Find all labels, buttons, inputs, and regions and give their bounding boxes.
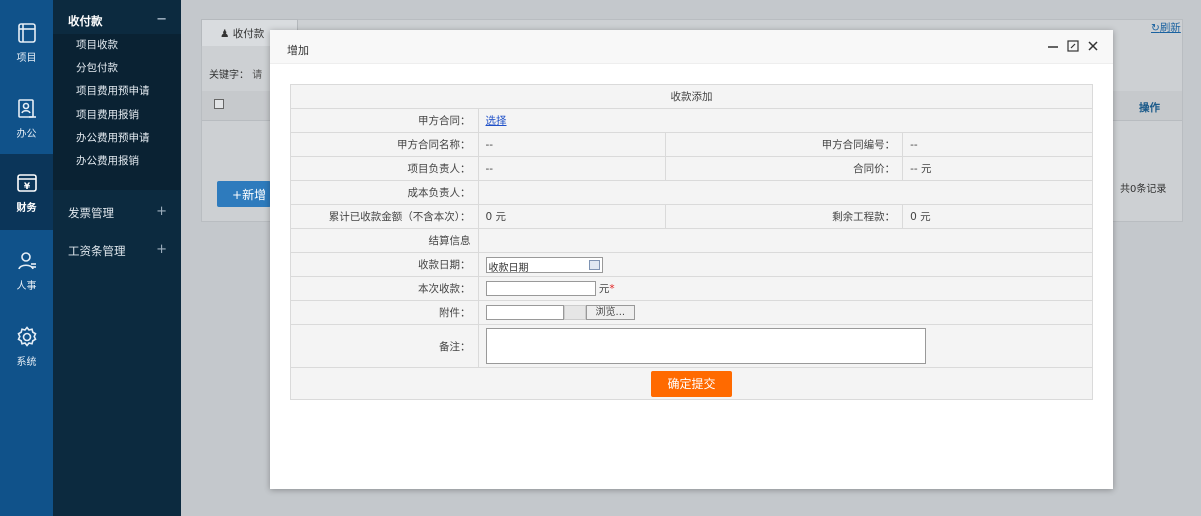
settlement-value <box>477 228 1094 253</box>
manager-value: -- <box>477 156 667 181</box>
add-button-label: 新增 <box>242 188 267 202</box>
settlement-label: 结算信息 <box>290 228 479 253</box>
contract-name-value: -- <box>477 132 667 157</box>
browse-button[interactable]: 浏览... <box>585 305 636 320</box>
user-icon <box>17 251 36 269</box>
submenu-payments: 项目收款 分包付款 项目费用预申请 项目费用报销 办公费用预申请 办公费用报销 <box>53 34 181 190</box>
rail-label-system: 系统 <box>16 356 37 368</box>
svg-text:¥: ¥ <box>23 182 30 192</box>
cost-manager-value <box>477 180 1094 205</box>
dialog-title: 增加 <box>287 44 309 57</box>
rail-item-hr[interactable]: 人事 <box>0 232 53 308</box>
menu-group-label: 工资条管理 <box>68 244 126 258</box>
menu-item-office-preapply[interactable]: 办公费用预申请 <box>53 127 181 150</box>
refresh-label: 刷新 <box>1159 22 1181 34</box>
contract-no-label: 甲方合同编号： <box>665 132 904 157</box>
keyword-hint: 请 <box>252 70 263 81</box>
contract-no-value: -- <box>902 132 1093 157</box>
price-value: -- 元 <box>902 156 1093 181</box>
add-button[interactable]: +新增 <box>217 181 271 207</box>
price-label: 合同价： <box>665 156 904 181</box>
rail-label-hr: 人事 <box>16 280 37 292</box>
menu-group-payments[interactable]: 收付款 − <box>53 9 181 33</box>
cost-manager-label: 成本负责人： <box>290 180 479 205</box>
expand-icon[interactable]: + <box>156 204 167 219</box>
gear-icon <box>16 325 37 347</box>
menu-group-salary[interactable]: 工资条管理 + <box>53 239 181 263</box>
menu-item-office-reimburse[interactable]: 办公费用报销 <box>53 150 181 173</box>
rail-label-finance: 财务 <box>16 202 37 214</box>
rail-item-finance[interactable]: ¥ 财务 <box>0 154 53 230</box>
rail-item-office[interactable]: 办公 <box>0 80 53 156</box>
side-menu: 收付款 − 项目收款 分包付款 项目费用预申请 项目费用报销 办公费用预申请 办… <box>53 0 181 516</box>
amount-field[interactable] <box>485 281 596 297</box>
contract-label: 甲方合同： <box>290 108 479 133</box>
rail-label-project: 项目 <box>16 52 37 64</box>
user-icon: ♟ <box>220 28 230 40</box>
date-placeholder: 收款日期 <box>488 262 529 274</box>
expand-icon[interactable]: + <box>156 242 167 257</box>
record-count: 共0条记录 <box>1120 184 1167 195</box>
finance-icon: ¥ <box>16 173 37 192</box>
rail-item-system[interactable]: 系统 <box>0 308 53 384</box>
required-mark: * <box>609 282 615 295</box>
keyword-label-text: 关键字： <box>209 70 249 81</box>
select-all-checkbox[interactable] <box>214 99 224 109</box>
menu-item-project-preapply[interactable]: 项目费用预申请 <box>53 80 181 103</box>
collapse-icon[interactable]: − <box>156 12 167 27</box>
office-icon <box>17 98 36 118</box>
dialog-header: 增加 <box>270 30 1113 64</box>
amount-label: 本次收款： <box>290 276 479 301</box>
add-dialog: 增加 收款添加 甲方合同： 选择 甲方合同名称： -- 甲方合同编号： -- 项… <box>270 30 1113 489</box>
menu-item-subcontract-payment[interactable]: 分包付款 <box>53 57 181 80</box>
menu-group-invoice[interactable]: 发票管理 + <box>53 201 181 225</box>
remaining-label: 剩余工程款： <box>665 204 904 229</box>
menu-item-project-reimburse[interactable]: 项目费用报销 <box>53 104 181 127</box>
file-path-field[interactable] <box>485 305 564 320</box>
menu-item-project-receipt[interactable]: 项目收款 <box>53 34 181 57</box>
manager-label: 项目负责人： <box>290 156 479 181</box>
plus-icon: + <box>232 188 243 202</box>
minimize-icon[interactable] <box>1046 39 1060 53</box>
refresh-link[interactable]: ↻刷新 <box>1151 20 1181 35</box>
refresh-icon: ↻ <box>1151 22 1160 34</box>
tab-label: 收付款 <box>232 28 265 40</box>
received-value: 0 元 <box>477 204 667 229</box>
remark-textarea[interactable] <box>485 328 926 364</box>
icon-rail: 项目 办公 ¥ 财务 人事 系统 <box>0 0 53 516</box>
close-icon[interactable] <box>1086 39 1100 53</box>
menu-group-label: 发票管理 <box>68 206 114 220</box>
rail-item-project[interactable]: 项目 <box>0 4 53 80</box>
select-contract-link[interactable]: 选择 <box>486 115 507 127</box>
project-icon <box>17 22 36 43</box>
calendar-icon[interactable] <box>588 259 600 270</box>
attachment-label: 附件： <box>290 300 479 325</box>
submit-row: 确定提交 <box>290 367 1093 400</box>
date-label: 收款日期： <box>290 252 479 277</box>
operation-header: 操作 <box>1139 102 1160 114</box>
menu-group-label: 收付款 <box>68 14 103 28</box>
date-field[interactable]: 收款日期 <box>485 256 603 274</box>
receipt-form: 收款添加 甲方合同： 选择 甲方合同名称： -- 甲方合同编号： -- 项目负责… <box>290 84 1094 400</box>
keyword-label: 关键字： 请 <box>209 66 262 81</box>
remark-label: 备注： <box>290 324 479 368</box>
submit-button[interactable]: 确定提交 <box>651 370 732 397</box>
amount-unit: 元 <box>598 282 610 295</box>
remaining-value: 0 元 <box>902 204 1093 229</box>
received-label: 累计已收款金额（不含本次）： <box>290 204 479 229</box>
contract-name-label: 甲方合同名称： <box>290 132 479 157</box>
rail-label-office: 办公 <box>16 128 37 140</box>
file-gap <box>563 305 586 320</box>
form-title: 收款添加 <box>290 84 1093 109</box>
maximize-icon[interactable] <box>1066 39 1080 53</box>
